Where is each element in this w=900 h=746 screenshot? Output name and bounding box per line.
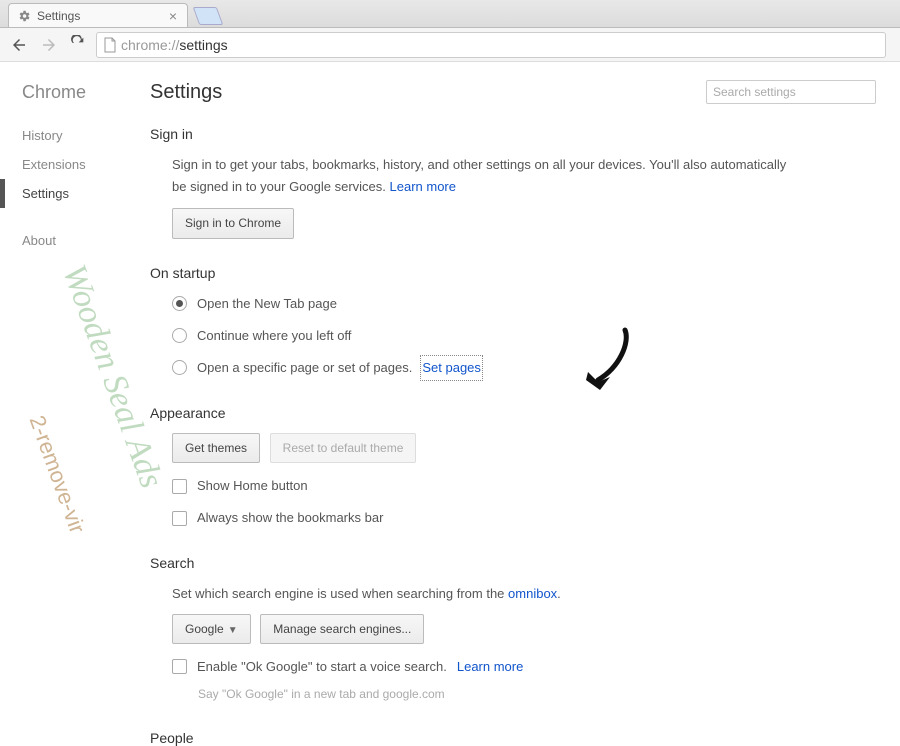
search-desc-period: . bbox=[557, 586, 561, 601]
settings-favicon bbox=[17, 9, 31, 23]
back-button[interactable] bbox=[8, 34, 30, 56]
url-path: settings bbox=[179, 37, 227, 53]
reload-button[interactable] bbox=[68, 35, 88, 55]
section-appearance: Appearance Get themes Reset to default t… bbox=[150, 405, 876, 530]
sidebar-item-history[interactable]: History bbox=[22, 121, 150, 150]
url-scheme: chrome:// bbox=[121, 37, 179, 53]
ok-google-label: Enable "Ok Google" to start a voice sear… bbox=[197, 656, 447, 678]
page-icon bbox=[103, 37, 117, 53]
section-signin: Sign in Sign in to get your tabs, bookma… bbox=[150, 126, 876, 239]
show-home-label: Show Home button bbox=[197, 475, 308, 497]
search-engine-label: Google bbox=[185, 622, 224, 636]
search-settings-input[interactable] bbox=[706, 80, 876, 104]
ok-google-learn-more-link[interactable]: Learn more bbox=[457, 656, 523, 678]
startup-opt2-label: Continue where you left off bbox=[197, 325, 351, 347]
get-themes-button[interactable]: Get themes bbox=[172, 433, 260, 463]
sidebar-item-about[interactable]: About bbox=[22, 226, 150, 255]
signin-learn-more-link[interactable]: Learn more bbox=[390, 179, 456, 194]
people-title: People bbox=[150, 730, 876, 746]
address-bar[interactable]: chrome://settings bbox=[96, 32, 886, 58]
chevron-down-icon: ▼ bbox=[228, 625, 238, 636]
show-bookmarks-label: Always show the bookmarks bar bbox=[197, 507, 383, 529]
ok-google-hint: Say "Ok Google" in a new tab and google.… bbox=[172, 684, 876, 704]
manage-search-engines-button[interactable]: Manage search engines... bbox=[260, 614, 424, 644]
startup-radio-newtab[interactable] bbox=[172, 296, 187, 311]
browser-tab[interactable]: Settings × bbox=[8, 3, 188, 27]
startup-title: On startup bbox=[150, 265, 876, 281]
show-home-checkbox[interactable] bbox=[172, 479, 187, 494]
arrow-right-icon bbox=[40, 36, 58, 54]
sidebar-title: Chrome bbox=[22, 82, 150, 103]
search-desc: Set which search engine is used when sea… bbox=[172, 586, 508, 601]
startup-opt1-label: Open the New Tab page bbox=[197, 293, 337, 315]
search-title: Search bbox=[150, 555, 876, 571]
forward-button[interactable] bbox=[38, 34, 60, 56]
sidebar: Chrome History Extensions Settings About bbox=[0, 62, 150, 700]
tab-title: Settings bbox=[37, 9, 80, 23]
show-bookmarks-checkbox[interactable] bbox=[172, 511, 187, 526]
omnibox-link[interactable]: omnibox bbox=[508, 586, 557, 601]
content-area: Settings Sign in Sign in to get your tab… bbox=[150, 62, 900, 700]
close-tab-icon[interactable]: × bbox=[169, 8, 177, 24]
page-title: Settings bbox=[150, 81, 222, 104]
ok-google-checkbox[interactable] bbox=[172, 659, 187, 674]
sidebar-item-extensions[interactable]: Extensions bbox=[22, 150, 150, 179]
new-tab-button[interactable] bbox=[193, 7, 224, 25]
browser-toolbar: chrome://settings bbox=[0, 28, 900, 62]
appearance-title: Appearance bbox=[150, 405, 876, 421]
signin-button[interactable]: Sign in to Chrome bbox=[172, 208, 294, 238]
search-engine-dropdown[interactable]: Google ▼ bbox=[172, 614, 251, 644]
reset-theme-button[interactable]: Reset to default theme bbox=[270, 433, 417, 463]
tab-bar: Settings × bbox=[0, 0, 900, 28]
signin-title: Sign in bbox=[150, 126, 876, 142]
startup-opt3-label: Open a specific page or set of pages. bbox=[197, 357, 412, 379]
section-startup: On startup Open the New Tab page Continu… bbox=[150, 265, 876, 379]
signin-desc-line2: be signed in to your Google services. bbox=[172, 179, 390, 194]
startup-radio-continue[interactable] bbox=[172, 328, 187, 343]
sidebar-item-settings[interactable]: Settings bbox=[22, 179, 150, 208]
reload-icon bbox=[70, 35, 86, 51]
signin-desc-line1: Sign in to get your tabs, bookmarks, his… bbox=[172, 157, 786, 172]
section-search: Search Set which search engine is used w… bbox=[150, 555, 876, 704]
startup-radio-specific[interactable] bbox=[172, 360, 187, 375]
arrow-left-icon bbox=[10, 36, 28, 54]
section-people: People bbox=[150, 730, 876, 746]
set-pages-link[interactable]: Set pages bbox=[422, 357, 481, 379]
